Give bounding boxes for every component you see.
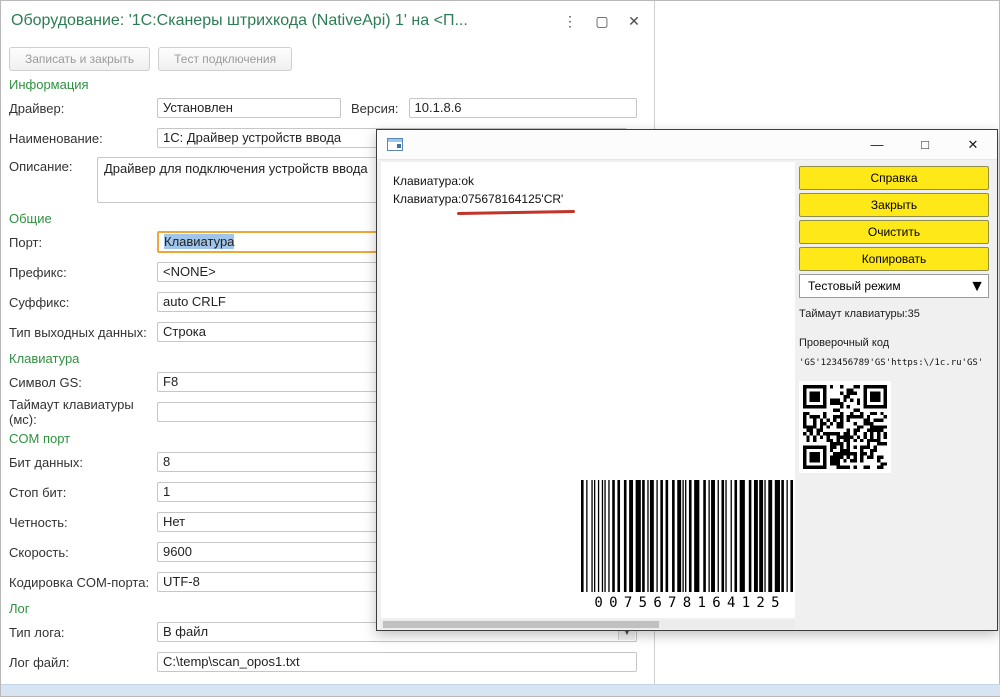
dropdown-arrow-icon[interactable]: ▼ [969, 276, 985, 297]
output-line: Клавиатура:075678164125'CR' [381, 190, 795, 208]
titlebar: Оборудование: '1С:Сканеры штрихкода (Nat… [1, 1, 654, 43]
field-row: Лог файл: C:\temp\scan_opos1.txt [9, 651, 637, 673]
dialog-minimize-button[interactable]: — [853, 130, 901, 160]
driver-label: Драйвер: [9, 101, 157, 116]
selected-text: Клавиатура [164, 234, 234, 249]
dialog-close-button[interactable]: ✕ [949, 130, 997, 160]
suffix-label: Суффикс: [9, 295, 157, 310]
kb-timeout-label: Таймаут клавиатуры (мс): [9, 397, 157, 427]
test-connection-button[interactable]: Тест подключения [158, 47, 292, 71]
window-title: Оборудование: '1С:Сканеры штрихкода (Nat… [11, 12, 468, 30]
check-code-value: 'GS'123456789'GS'https:\/1c.ru'GS' [799, 358, 989, 368]
name-label: Наименование: [9, 131, 157, 146]
test-control-panel: Справка Закрыть Очистить Копировать Тест… [799, 166, 989, 473]
speed-label: Скорость: [9, 545, 157, 560]
version-input[interactable]: 10.1.8.6 [409, 98, 637, 118]
barcode: 0075678164125 [581, 480, 793, 613]
qr-code [799, 381, 891, 473]
log-file-input[interactable]: C:\temp\scan_opos1.txt [157, 652, 637, 672]
test-mode-dropdown[interactable]: Тестовый режим ▼ [799, 274, 989, 298]
stop-bits-label: Стоп бит: [9, 485, 157, 500]
red-underline-annotation [457, 210, 575, 215]
test-mode-value: Тестовый режим [808, 279, 901, 293]
save-and-close-button[interactable]: Записать и закрыть [9, 47, 150, 71]
check-code-label: Проверочный код [799, 337, 989, 349]
maximize-icon[interactable]: ▢ [594, 12, 610, 30]
port-label: Порт: [9, 235, 157, 250]
copy-button[interactable]: Копировать [799, 247, 989, 271]
clear-button[interactable]: Очистить [799, 220, 989, 244]
log-type-value: В файл [163, 624, 208, 639]
qr-code-image [803, 385, 887, 469]
horizontal-scrollbar[interactable] [381, 620, 795, 629]
output-line: Клавиатура:ok [381, 172, 795, 190]
more-menu-icon[interactable]: ⋮ [562, 12, 578, 30]
parity-label: Четность: [9, 515, 157, 530]
encoding-label: Кодировка COM-порта: [9, 575, 157, 590]
close-test-button[interactable]: Закрыть [799, 193, 989, 217]
close-icon[interactable]: ✕ [626, 12, 642, 30]
field-row: Драйвер: Установлен Версия: 10.1.8.6 [9, 97, 637, 119]
barcode-digits: 0075678164125 [581, 592, 793, 613]
help-button[interactable]: Справка [799, 166, 989, 190]
section-info: Информация [9, 77, 637, 93]
dialog-maximize-button[interactable]: □ [901, 130, 949, 160]
form-toolbar: Записать и закрыть Тест подключения [9, 47, 292, 71]
dialog-titlebar: — □ ✕ [377, 130, 997, 160]
data-bits-label: Бит данных: [9, 455, 157, 470]
prefix-label: Префикс: [9, 265, 157, 280]
scan-output-area[interactable]: Клавиатура:ok Клавиатура:075678164125'CR… [381, 162, 795, 618]
log-type-label: Тип лога: [9, 625, 157, 640]
scanner-test-dialog: — □ ✕ Клавиатура:ok Клавиатура:075678164… [376, 129, 998, 631]
barcode-image [581, 480, 793, 592]
output-type-label: Тип выходных данных: [9, 325, 157, 340]
dialog-app-icon [387, 138, 403, 156]
description-label: Описание: [9, 157, 97, 174]
description-input[interactable]: Драйвер для подключения устройств ввода [97, 157, 377, 203]
gs-char-label: Символ GS: [9, 375, 157, 390]
version-label: Версия: [351, 101, 399, 116]
kb-timeout-text: Таймаут клавиатуры:35 [799, 308, 989, 320]
driver-input[interactable]: Установлен [157, 98, 341, 118]
log-file-label: Лог файл: [9, 655, 157, 670]
scrollbar-thumb[interactable] [383, 621, 659, 628]
taskbar-strip [1, 684, 1000, 696]
